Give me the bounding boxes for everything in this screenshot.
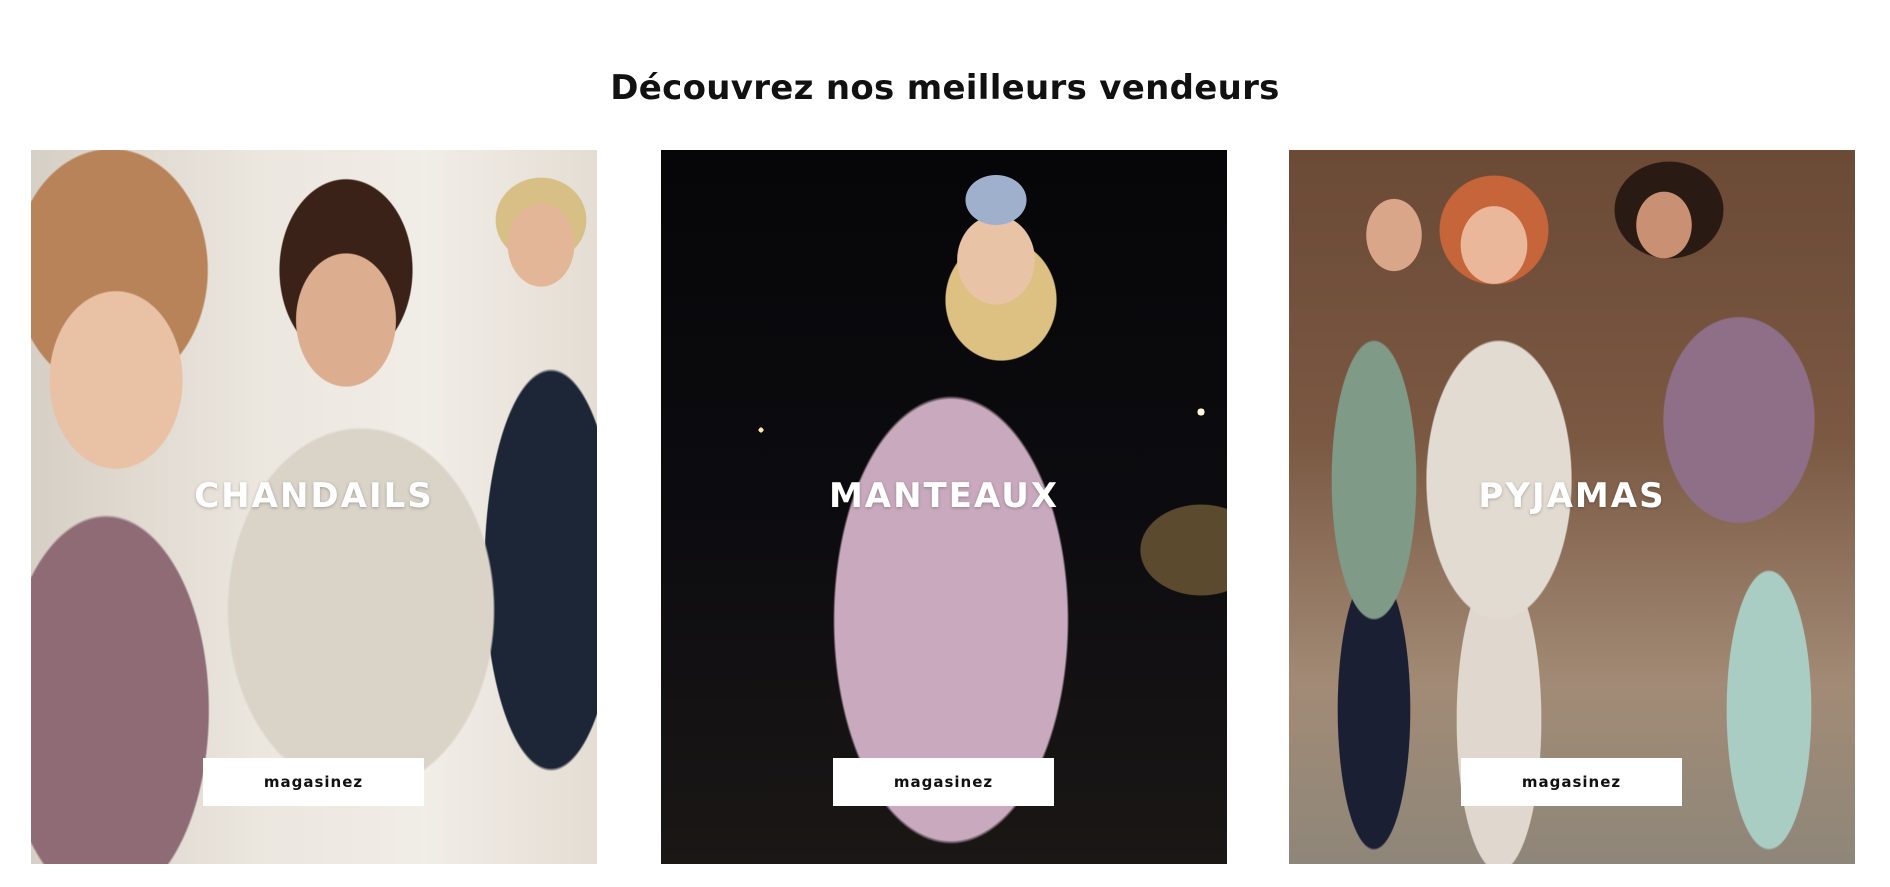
category-title: PYJAMAS <box>1478 476 1666 516</box>
category-card-pyjamas[interactable]: PYJAMAS magasinez <box>1289 150 1855 864</box>
category-card-chandails[interactable]: CHANDAILS magasinez <box>31 150 597 864</box>
shop-button[interactable]: magasinez <box>1461 758 1682 806</box>
section-title: Découvrez nos meilleurs vendeurs <box>610 68 1280 108</box>
best-sellers-page: Découvrez nos meilleurs vendeurs CHANDAI… <box>0 0 1890 887</box>
shop-button[interactable]: magasinez <box>833 758 1054 806</box>
category-title: MANTEAUX <box>828 476 1060 516</box>
category-card-manteaux[interactable]: MANTEAUX magasinez <box>661 150 1227 864</box>
shop-button[interactable]: magasinez <box>203 758 424 806</box>
category-cards: CHANDAILS magasinez MANTEAUX magasinez P… <box>31 150 1859 864</box>
category-title: CHANDAILS <box>194 476 434 516</box>
